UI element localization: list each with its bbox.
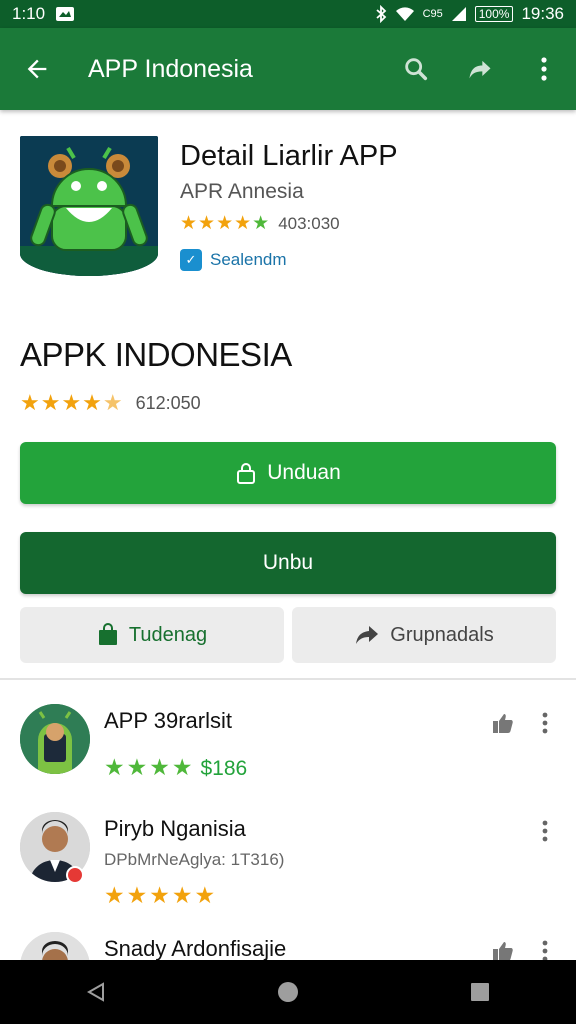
status-bar: 1:10 C95 100% 19:36 — [0, 0, 576, 28]
app-list: APP 39rarlsit ★★★★ $186 Piryb Nganisia D… — [0, 680, 576, 960]
status-time-left: 1:10 — [12, 4, 46, 23]
rating-stars: ★★★★★ — [180, 213, 271, 234]
forward-arrow-icon — [356, 626, 379, 644]
more-vert-icon — [541, 57, 547, 81]
signal-icon — [451, 6, 467, 22]
wifi-icon — [395, 6, 415, 22]
battery-label: 100% — [474, 6, 514, 22]
notification-icon — [55, 6, 75, 22]
secondary-install-button[interactable]: Unbu — [20, 532, 556, 594]
item-name: Piryb Nganisia — [104, 816, 246, 841]
share-app-button[interactable]: Grupnadals — [292, 607, 556, 663]
arrow-back-icon — [27, 59, 47, 79]
android-mascot-icon — [20, 136, 158, 276]
app-icon — [20, 136, 158, 276]
item-name: Snady Ardonfisajie — [104, 936, 287, 960]
big-rating-count: 612:050 — [135, 392, 201, 413]
editor-badge[interactable]: ✓ Sealendm — [180, 249, 560, 271]
share-button[interactable] — [448, 28, 512, 110]
wishlist-label: Tudenag — [128, 623, 208, 646]
avatar — [20, 932, 90, 960]
more-vert-icon[interactable] — [536, 710, 554, 736]
app-header: Detail Liarlir APP APR Annesia ★★★★★ 403… — [0, 110, 576, 670]
search-button[interactable] — [384, 28, 448, 110]
title-block: Detail Liarlir APP APR Annesia ★★★★★ 403… — [180, 138, 560, 271]
item-subtitle: DPbMrNeAglya: 1T316) — [104, 850, 285, 869]
badge-label: Sealendm — [210, 250, 287, 269]
item-stars-value: ★★★★ — [104, 754, 195, 780]
signal-label: C95 — [422, 8, 443, 20]
app-bar: APP Indonesia — [0, 28, 576, 110]
download-button-label: Unduan — [267, 461, 341, 484]
app-bar-title: APP Indonesia — [88, 54, 253, 83]
square-recents-icon — [471, 983, 489, 1001]
download-button[interactable]: Unduan — [20, 442, 556, 504]
circle-home-icon — [278, 982, 298, 1002]
thumbs-up-icon[interactable] — [490, 710, 516, 736]
developer-name[interactable]: APR Annesia — [180, 180, 560, 204]
item-stars-value: ★★★★★ — [104, 882, 218, 908]
more-vert-icon[interactable] — [536, 818, 554, 844]
item-stars: ★★★★ $186 — [104, 754, 247, 781]
navigation-bar — [0, 960, 576, 1024]
lock-icon — [237, 463, 256, 484]
wishlist-button[interactable]: Tudenag — [20, 607, 284, 663]
rating-count: 403:030 — [278, 213, 340, 233]
triangle-back-icon — [86, 982, 104, 1002]
item-stars: ★★★★★ — [104, 882, 217, 909]
back-button[interactable] — [0, 28, 74, 110]
share-app-label: Grupnadals — [390, 623, 494, 646]
app-title: Detail Liarlir APP — [180, 140, 398, 172]
thumbs-up-icon[interactable] — [490, 938, 516, 960]
nav-home-button[interactable] — [258, 960, 318, 1024]
big-rating-row: ★★★★★ 612:050 — [20, 390, 201, 416]
badge-icon: ✓ — [180, 249, 202, 271]
rating-row: ★★★★★ 403:030 — [180, 212, 560, 235]
share-icon — [469, 60, 491, 79]
status-dot-icon — [66, 866, 84, 884]
nav-back-button[interactable] — [66, 960, 126, 1024]
bag-icon — [98, 623, 117, 645]
status-time-right: 19:36 — [521, 4, 564, 23]
item-name: APP 39rarlsit — [104, 708, 232, 733]
more-options-button[interactable] — [512, 28, 576, 110]
app-big-name: APPK INDONESIA — [20, 336, 292, 373]
secondary-install-label: Unbu — [262, 551, 314, 574]
screen: 1:10 C95 100% 19:36 APP Indonesia Detail… — [0, 0, 576, 1024]
item-price: $186 — [200, 757, 248, 780]
nav-recents-button[interactable] — [450, 960, 510, 1024]
bluetooth-icon — [375, 5, 387, 23]
big-rating-stars: ★★★★★ — [20, 390, 124, 415]
more-vert-icon[interactable] — [536, 938, 554, 960]
search-icon — [405, 58, 428, 81]
avatar — [20, 704, 90, 774]
